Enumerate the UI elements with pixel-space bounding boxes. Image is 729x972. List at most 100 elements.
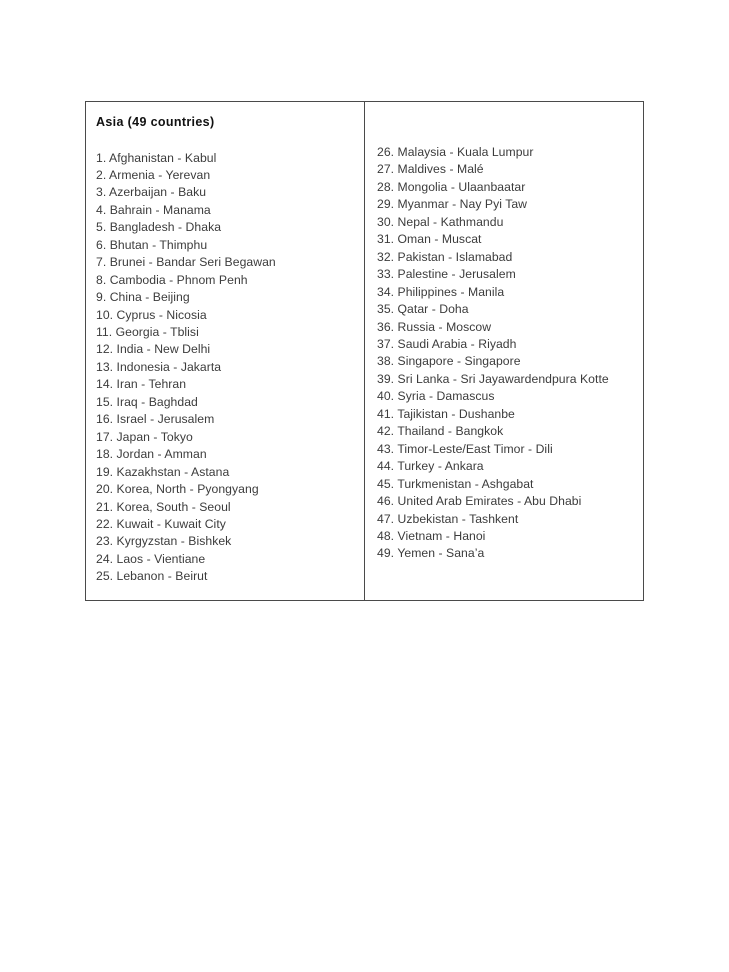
- list-item-label: Timor-Leste/East Timor - Dili: [397, 441, 553, 456]
- list-item: 36. Russia - Moscow: [377, 319, 643, 336]
- list-item-number: 31.: [377, 232, 395, 247]
- list-item-label: Brunei - Bandar Seri Begawan: [109, 255, 276, 270]
- list-item-label: United Arab Emirates - Abu Dhabi: [397, 494, 582, 509]
- list-item-label: Bahrain - Manama: [109, 202, 211, 217]
- list-item: 45. Turkmenistan - Ashgabat: [377, 476, 643, 493]
- list-item: 22. Kuwait - Kuwait City: [96, 516, 364, 533]
- list-item: 8. Cambodia - Phnom Penh: [96, 272, 364, 289]
- list-item-label: Japan - Tokyo: [116, 429, 193, 444]
- list-item-number: 39.: [377, 371, 395, 386]
- list-item: 25. Lebanon - Beirut: [96, 568, 364, 585]
- list-item-number: 47.: [377, 511, 395, 526]
- list-item-number: 24.: [96, 551, 114, 566]
- list-item: 15. Iraq - Baghdad: [96, 394, 364, 411]
- list-item-number: 18.: [96, 447, 114, 462]
- list-item-number: 37.: [377, 336, 395, 351]
- list-item-number: 10.: [96, 307, 114, 322]
- list-item-label: Uzbekistan - Tashkent: [397, 511, 519, 526]
- list-item: 31. Oman - Muscat: [377, 231, 643, 248]
- country-list-right: 26. Malaysia - Kuala Lumpur 27. Maldives …: [377, 144, 643, 563]
- list-item: 34. Philippines - Manila: [377, 284, 643, 301]
- list-item-number: 21.: [96, 499, 114, 514]
- list-item-label: Singapore - Singapore: [397, 354, 521, 369]
- list-item-label: Pakistan - Islamabad: [397, 249, 513, 264]
- list-item-label: Thailand - Bangkok: [397, 424, 504, 439]
- list-item: 19. Kazakhstan - Astana: [96, 464, 364, 481]
- list-item: 7. Brunei - Bandar Seri Begawan: [96, 254, 364, 271]
- list-item: 42. Thailand - Bangkok: [377, 423, 643, 440]
- list-item-label: Tajikistan - Dushanbe: [397, 406, 515, 421]
- list-item-label: India - New Delhi: [116, 342, 211, 357]
- list-item: 24. Laos - Vientiane: [96, 551, 364, 568]
- list-item: 17. Japan - Tokyo: [96, 429, 364, 446]
- list-item-label: Nepal - Kathmandu: [397, 214, 504, 229]
- list-item: 2. Armenia - Yerevan: [96, 167, 364, 184]
- list-item: 6. Bhutan - Thimphu: [96, 237, 364, 254]
- list-item-number: 1.: [96, 150, 107, 165]
- list-item-number: 16.: [96, 412, 114, 427]
- list-item-label: Qatar - Doha: [397, 302, 469, 317]
- list-item-label: Russia - Moscow: [397, 319, 492, 334]
- list-item-label: Korea, North - Pyongyang: [116, 482, 259, 497]
- list-item: 39. Sri Lanka - Sri Jayawardendpura Kott…: [377, 371, 643, 388]
- list-item-label: Malaysia - Kuala Lumpur: [397, 145, 534, 159]
- list-item: 26. Malaysia - Kuala Lumpur: [377, 144, 643, 161]
- list-item-number: 11.: [96, 325, 113, 340]
- country-list-left: 1. Afghanistan - Kabul 2. Armenia - Yerev…: [96, 150, 364, 586]
- list-item-label: Oman - Muscat: [397, 232, 482, 247]
- list-item-number: 26.: [377, 145, 395, 159]
- list-item-label: Saudi Arabia - Riyadh: [397, 336, 517, 351]
- list-item-number: 38.: [377, 354, 395, 369]
- list-item: 9. China - Beijing: [96, 289, 364, 306]
- list-item: 12. India - New Delhi: [96, 341, 364, 358]
- list-item-number: 44.: [377, 459, 395, 474]
- list-item: 23. Kyrgyzstan - Bishkek: [96, 533, 364, 550]
- list-item-number: 43.: [377, 441, 395, 456]
- list-item: 18. Jordan - Amman: [96, 446, 364, 463]
- list-item-label: Vietnam - Hanoi: [397, 528, 486, 543]
- list-item-number: 17.: [96, 429, 114, 444]
- list-item-number: 4.: [96, 202, 107, 217]
- list-item: 29. Myanmar - Nay Pyi Taw: [377, 196, 643, 213]
- list-item-number: 42.: [377, 424, 395, 439]
- list-item: 11. Georgia - Tblisi: [96, 324, 364, 341]
- list-item: 30. Nepal - Kathmandu: [377, 214, 643, 231]
- list-item-label: Yemen - Sana’a: [397, 546, 485, 561]
- list-item: 28. Mongolia - Ulaanbaatar: [377, 179, 643, 196]
- asia-countries-table: Asia (49 countries) 1. Afghanistan - Kab…: [85, 101, 644, 601]
- list-item-number: 35.: [377, 302, 395, 317]
- table-column-right: 26. Malaysia - Kuala Lumpur 27. Maldives …: [365, 102, 643, 600]
- list-item-number: 46.: [377, 494, 395, 509]
- list-item-number: 27.: [377, 162, 395, 177]
- list-item: 35. Qatar - Doha: [377, 301, 643, 318]
- list-item-label: Afghanistan - Kabul: [109, 150, 217, 165]
- list-item: 4. Bahrain - Manama: [96, 202, 364, 219]
- list-item: 13. Indonesia - Jakarta: [96, 359, 364, 376]
- list-item: 16. Israel - Jerusalem: [96, 411, 364, 428]
- list-item-number: 25.: [96, 569, 114, 584]
- list-item-label: Indonesia - Jakarta: [116, 359, 222, 374]
- list-item: 32. Pakistan - Islamabad: [377, 249, 643, 266]
- list-item-label: Kuwait - Kuwait City: [116, 517, 226, 532]
- list-item-number: 12.: [96, 342, 114, 357]
- list-item-label: Maldives - Malé: [397, 162, 484, 177]
- list-item-number: 28.: [377, 179, 395, 194]
- list-item-number: 48.: [377, 528, 395, 543]
- list-item-label: Korea, South - Seoul: [116, 499, 231, 514]
- list-item-number: 23.: [96, 534, 114, 549]
- list-item: 33. Palestine - Jerusalem: [377, 266, 643, 283]
- list-item-label: Syria - Damascus: [397, 389, 495, 404]
- list-item-number: 22.: [96, 517, 114, 532]
- list-item-label: Lebanon - Beirut: [116, 569, 208, 584]
- list-item: 5. Bangladesh - Dhaka: [96, 219, 364, 236]
- list-item-label: Kazakhstan - Astana: [116, 464, 230, 479]
- list-item: 43. Timor-Leste/East Timor - Dili: [377, 441, 643, 458]
- list-item-label: Cyprus - Nicosia: [116, 307, 207, 322]
- list-item-number: 8.: [96, 272, 107, 287]
- list-item-label: Kyrgyzstan - Bishkek: [116, 534, 232, 549]
- list-item: 20. Korea, North - Pyongyang: [96, 481, 364, 498]
- list-item-number: 3.: [96, 185, 107, 200]
- list-item-label: Cambodia - Phnom Penh: [109, 272, 248, 287]
- list-item-label: Israel - Jerusalem: [116, 412, 215, 427]
- list-item-number: 40.: [377, 389, 395, 404]
